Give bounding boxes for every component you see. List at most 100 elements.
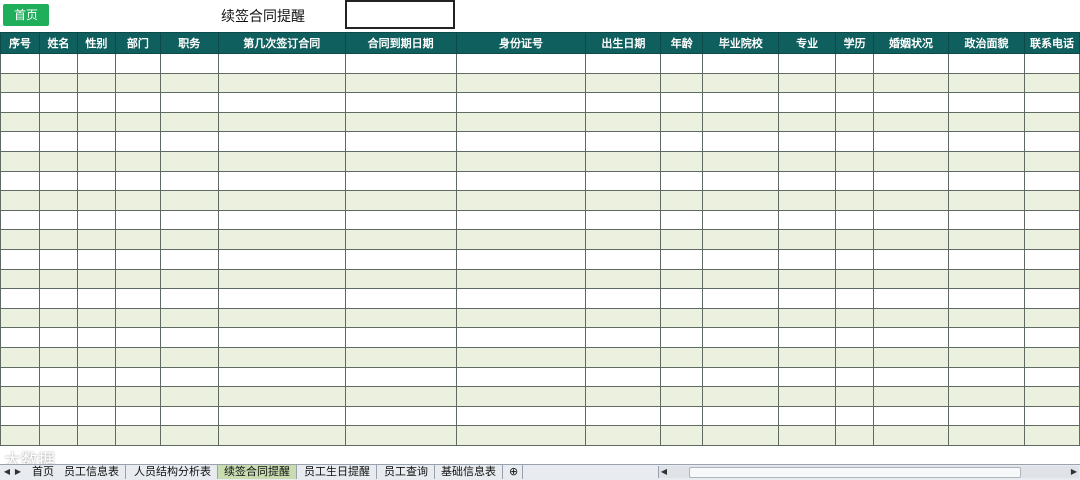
table-cell[interactable]	[585, 425, 662, 446]
table-cell[interactable]	[159, 425, 219, 446]
table-cell[interactable]	[76, 307, 116, 329]
table-cell[interactable]	[344, 268, 457, 290]
table-cell[interactable]	[455, 366, 587, 388]
table-cell[interactable]	[873, 111, 950, 133]
table-cell[interactable]	[873, 150, 950, 172]
table-cell[interactable]	[778, 190, 837, 211]
table-cell[interactable]	[778, 209, 837, 231]
table-cell[interactable]	[660, 190, 704, 211]
table-cell[interactable]	[660, 307, 704, 329]
table-cell[interactable]	[1023, 288, 1080, 309]
table-cell[interactable]	[217, 150, 346, 172]
table-cell[interactable]	[835, 229, 875, 250]
table-cell[interactable]	[585, 366, 662, 388]
table-cell[interactable]	[159, 72, 219, 94]
table-cell[interactable]	[0, 425, 40, 446]
table-cell[interactable]	[217, 72, 346, 94]
table-cell[interactable]	[217, 248, 346, 270]
table-cell[interactable]	[76, 288, 116, 309]
table-cell[interactable]	[455, 229, 587, 250]
table-cell[interactable]	[38, 248, 78, 270]
column-header[interactable]: 身份证号	[455, 32, 587, 54]
table-cell[interactable]	[1023, 150, 1080, 172]
table-cell[interactable]	[159, 405, 219, 427]
table-cell[interactable]	[835, 327, 875, 348]
table-cell[interactable]	[948, 170, 1025, 192]
table-cell[interactable]	[0, 366, 40, 388]
table-cell[interactable]	[38, 170, 78, 192]
add-sheet-icon[interactable]: ⊕	[505, 465, 524, 479]
table-cell[interactable]	[778, 288, 837, 309]
table-cell[interactable]	[778, 307, 837, 329]
column-header[interactable]: 学历	[835, 32, 875, 54]
table-cell[interactable]	[344, 72, 457, 94]
table-cell[interactable]	[76, 92, 116, 113]
table-cell[interactable]	[455, 92, 587, 113]
sheet-tab[interactable]: 人员结构分析表	[128, 465, 218, 479]
table-cell[interactable]	[0, 190, 40, 211]
table-cell[interactable]	[1023, 190, 1080, 211]
table-cell[interactable]	[217, 229, 346, 250]
table-cell[interactable]	[873, 170, 950, 192]
table-cell[interactable]	[702, 366, 780, 388]
table-cell[interactable]	[38, 268, 78, 290]
table-cell[interactable]	[873, 53, 950, 74]
table-cell[interactable]	[585, 229, 662, 250]
table-cell[interactable]	[159, 268, 219, 290]
table-cell[interactable]	[0, 92, 40, 113]
table-cell[interactable]	[114, 209, 161, 231]
table-cell[interactable]	[114, 111, 161, 133]
table-cell[interactable]	[585, 268, 662, 290]
table-cell[interactable]	[585, 327, 662, 348]
table-cell[interactable]	[835, 53, 875, 74]
table-cell[interactable]	[1023, 268, 1080, 290]
table-cell[interactable]	[835, 307, 875, 329]
table-cell[interactable]	[38, 111, 78, 133]
table-cell[interactable]	[1023, 327, 1080, 348]
table-cell[interactable]	[0, 327, 40, 348]
table-cell[interactable]	[159, 386, 219, 407]
table-cell[interactable]	[159, 131, 219, 152]
table-cell[interactable]	[702, 346, 780, 368]
table-cell[interactable]	[702, 72, 780, 94]
table-cell[interactable]	[455, 53, 587, 74]
table-cell[interactable]	[585, 209, 662, 231]
table-cell[interactable]	[344, 288, 457, 309]
column-header[interactable]: 婚姻状况	[873, 32, 950, 54]
table-cell[interactable]	[455, 170, 587, 192]
table-cell[interactable]	[38, 425, 78, 446]
table-cell[interactable]	[455, 386, 587, 407]
table-cell[interactable]	[455, 150, 587, 172]
table-cell[interactable]	[948, 386, 1025, 407]
table-cell[interactable]	[702, 327, 780, 348]
table-cell[interactable]	[344, 150, 457, 172]
table-cell[interactable]	[159, 92, 219, 113]
table-cell[interactable]	[1023, 346, 1080, 368]
table-cell[interactable]	[948, 229, 1025, 250]
table-cell[interactable]	[76, 111, 116, 133]
sheet-tab[interactable]: 首页	[26, 465, 61, 479]
table-cell[interactable]	[702, 209, 780, 231]
table-cell[interactable]	[873, 248, 950, 270]
table-cell[interactable]	[778, 366, 837, 388]
table-cell[interactable]	[1023, 92, 1080, 113]
next-sheet-icon[interactable]: ▶	[13, 466, 23, 478]
table-cell[interactable]	[344, 131, 457, 152]
table-cell[interactable]	[38, 366, 78, 388]
horizontal-scrollbar[interactable]: ◀ ▶	[658, 466, 1079, 478]
table-cell[interactable]	[702, 425, 780, 446]
table-cell[interactable]	[778, 229, 837, 250]
column-header[interactable]: 专业	[778, 32, 837, 54]
table-cell[interactable]	[873, 327, 950, 348]
table-cell[interactable]	[873, 190, 950, 211]
table-cell[interactable]	[660, 209, 704, 231]
table-cell[interactable]	[76, 190, 116, 211]
table-cell[interactable]	[873, 268, 950, 290]
table-cell[interactable]	[159, 150, 219, 172]
table-cell[interactable]	[38, 150, 78, 172]
table-cell[interactable]	[873, 131, 950, 152]
table-cell[interactable]	[835, 131, 875, 152]
table-cell[interactable]	[873, 209, 950, 231]
table-cell[interactable]	[948, 288, 1025, 309]
table-cell[interactable]	[1023, 307, 1080, 329]
